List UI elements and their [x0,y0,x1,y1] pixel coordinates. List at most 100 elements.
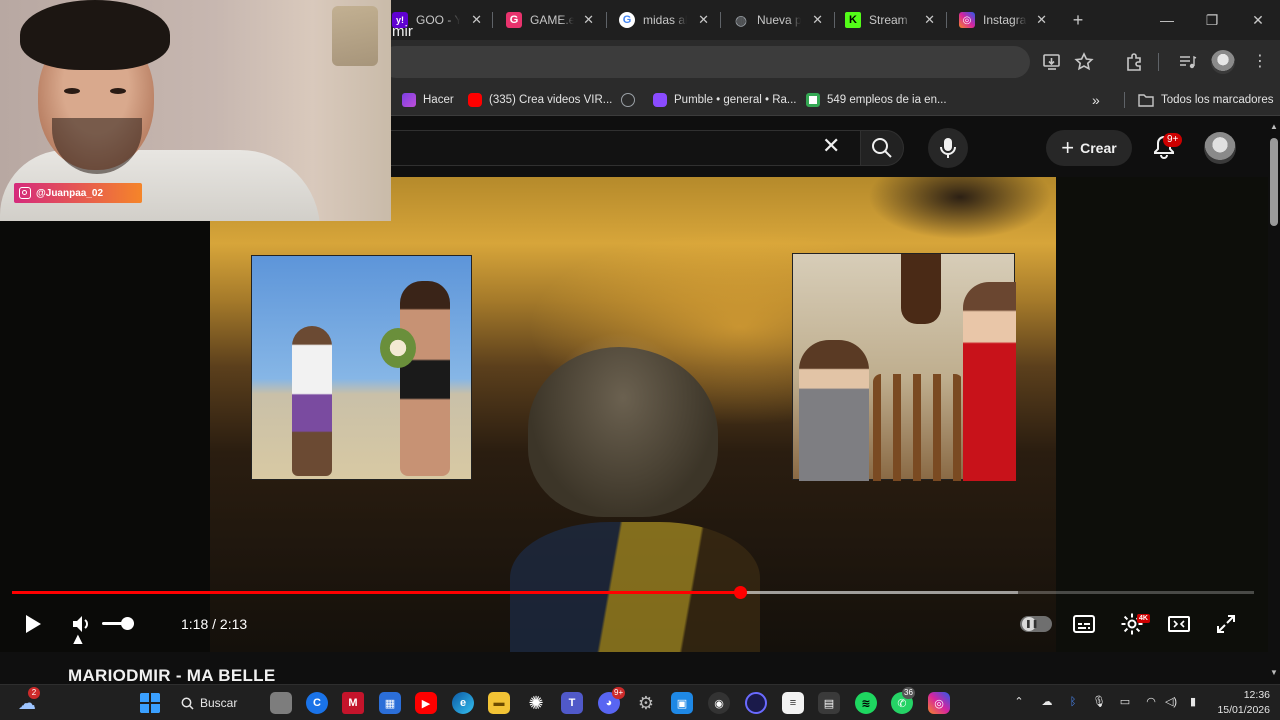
microphone-icon[interactable]: 🎙︎ [1092,695,1106,709]
install-app-icon[interactable] [1042,52,1062,72]
photo-flowers [380,328,416,368]
kick-icon: K [845,12,861,28]
new-tab-button[interactable]: + [1068,8,1088,32]
photo-chair [873,374,963,481]
scroll-up-icon[interactable]: ▲ [1269,122,1279,132]
youtube-icon[interactable]: ▶ [415,692,437,714]
close-icon[interactable]: ✕ [583,12,594,28]
instagram-icon[interactable]: ◎ [928,692,950,714]
tray-app-icon[interactable]: ☁ [1040,695,1054,709]
notepad-icon[interactable]: ≡ [782,692,804,714]
bluetooth-icon[interactable]: ᛒ [1066,695,1080,709]
teams-icon[interactable]: T [561,692,583,714]
media-control-icon[interactable] [1177,52,1197,72]
wall-poster [332,6,378,66]
close-icon[interactable]: ✕ [812,12,823,28]
address-bar[interactable] [380,46,1030,78]
account-avatar[interactable] [1204,132,1236,164]
volume-knob[interactable] [121,617,134,630]
fullscreen-icon[interactable] [1214,612,1238,636]
battery-icon[interactable]: ▮ [1186,695,1200,709]
close-icon[interactable]: ✕ [698,12,709,28]
spotify-icon[interactable]: ≋ [855,692,877,714]
webcam-overlay: @Juanpaa_02 [0,0,391,221]
tab-google-search[interactable]: G midas al ✕ [619,8,709,32]
close-icon[interactable]: ✕ [924,12,935,28]
speaker-icon[interactable]: ◁) [1164,695,1178,709]
file-explorer-icon[interactable]: ▬ [488,692,510,714]
bookmarks-overflow-button[interactable]: » [1092,91,1100,109]
minimize-button[interactable]: — [1157,10,1177,30]
theater-mode-icon[interactable] [1167,612,1191,636]
microsoft-store-icon[interactable]: ▦ [379,692,401,714]
seek-bar[interactable] [12,586,1254,599]
photo-wall-clock [901,254,941,324]
instagram-handle: @Juanpaa_02 [36,187,104,199]
streamer-hair [20,0,170,70]
bookmark-item[interactable]: Hacer [402,91,454,109]
obs-icon[interactable]: ◉ [708,692,730,714]
photo-person [400,281,450,476]
sheet-icon [806,93,820,107]
restore-button[interactable]: ❐ [1202,10,1222,30]
tab-game[interactable]: G GAME.es ✕ [506,8,594,32]
system-clock[interactable]: 12:36 15/01/2026 [1206,688,1270,718]
windows-start-icon[interactable] [139,692,161,714]
tab-new-page[interactable]: ◍ Nueva p ✕ [733,8,823,32]
window-close-button[interactable]: ✕ [1248,10,1268,30]
mcafee-icon[interactable]: M [342,692,364,714]
extensions-icon[interactable] [1124,52,1144,72]
bookmark-item[interactable]: (335) Crea videos VIR... [468,91,612,109]
menu-kebab-icon[interactable]: ⋮ [1250,52,1270,72]
edge-icon[interactable]: e [452,692,474,714]
clear-search-icon[interactable]: ✕ [822,135,840,157]
chatgpt-icon[interactable]: ✺ [525,692,547,714]
windows-taskbar: ☁ 2 Buscar C M ▦ ▶ e ▬ ✺ T ◕ 9+ ⚙ ▣ ◉ ≡ … [0,684,1280,720]
search-input[interactable] [360,130,860,166]
tab-label: Stream [869,13,908,27]
video-player[interactable] [0,177,1268,652]
settings-icon[interactable]: ⚙ [635,692,657,714]
wifi-icon[interactable]: ◠ [1144,695,1158,709]
tab-stream[interactable]: K Stream ✕ [845,8,935,32]
instagram-icon [19,187,31,199]
subtitles-icon[interactable] [1072,612,1096,636]
create-button[interactable]: + Crear [1046,130,1132,166]
close-icon[interactable]: ✕ [1036,12,1047,28]
pumble-icon [653,93,667,107]
plus-icon: + [1061,135,1075,160]
search-button[interactable] [860,130,904,166]
game-g-icon: G [506,12,522,28]
tab-separator [946,12,947,28]
bookmark-star-icon[interactable] [1074,52,1094,72]
bookmark-item[interactable] [621,91,635,109]
profile-avatar[interactable] [1211,50,1235,74]
play-button[interactable] [20,612,44,636]
task-view-icon[interactable] [270,692,292,714]
tab-label: Nueva p [757,13,801,27]
globe-icon: ◍ [734,11,748,28]
tab-label: midas al [643,13,687,27]
bookmark-item[interactable]: Pumble • general • Ra... [653,91,796,109]
app-circle-icon[interactable] [745,692,767,714]
copilot-icon[interactable]: C [306,692,328,714]
calculator-icon[interactable]: ▤ [818,692,840,714]
clock-date: 15/01/2026 [1217,704,1270,716]
tab-instagram[interactable]: ◎ Instagra ✕ [959,8,1047,32]
voice-search-button[interactable] [928,128,968,168]
scrollbar-thumb[interactable] [1270,138,1278,226]
scroll-down-icon[interactable]: ▼ [1269,668,1279,678]
clock-time: 12:36 [1243,689,1270,701]
bookmark-label: (335) Crea videos VIR... [489,94,613,106]
seek-knob[interactable] [733,586,747,599]
tray-overflow-icon[interactable]: ⌃ [1012,695,1026,709]
taskbar-search[interactable]: Buscar [181,691,261,715]
bookmark-item[interactable]: 549 empleos de ia en... [806,91,947,109]
folder-icon [1138,94,1154,107]
bookmark-label: Pumble • general • Ra... [674,94,797,106]
display-icon[interactable]: ▭ [1118,695,1132,709]
close-icon[interactable]: ✕ [471,12,482,28]
image-viewer-icon[interactable]: ▣ [671,692,693,714]
all-bookmarks-button[interactable]: Todos los marcadores [1138,91,1274,109]
search-query-text: mir [392,23,413,40]
